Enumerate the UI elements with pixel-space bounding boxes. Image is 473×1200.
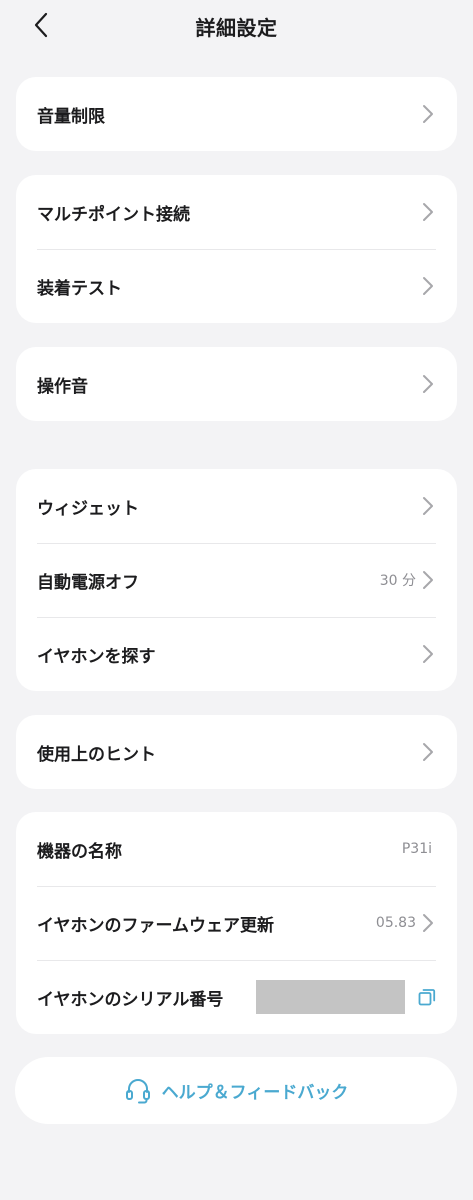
row-label: 音量制限: [37, 106, 105, 127]
operation-sound-row[interactable]: 操作音: [16, 347, 457, 421]
chevron-right-icon: [420, 913, 436, 933]
row-label: 機器の名称: [37, 841, 122, 862]
row-label: 使用上のヒント: [37, 744, 156, 765]
row-label: 自動電源オフ: [37, 572, 139, 593]
serial-number-row: イヤホンのシリアル番号: [16, 960, 457, 1034]
connection-section: マルチポイント接続 装着テスト: [16, 175, 457, 323]
headset-icon: [125, 1078, 150, 1103]
chevron-right-icon: [420, 496, 436, 516]
device-name-row: 機器の名称 P31i: [16, 812, 457, 886]
device-name-value: P31i: [401, 841, 432, 857]
row-label: 装着テスト: [37, 278, 122, 299]
chevron-right-icon: [420, 202, 436, 222]
help-feedback-button[interactable]: ヘルプ＆フィードバック: [15, 1057, 457, 1124]
chevron-right-icon: [420, 104, 436, 124]
chevron-right-icon: [420, 570, 436, 590]
volume-limit-row[interactable]: 音量制限: [16, 77, 457, 151]
header: 詳細設定: [0, 0, 473, 52]
serial-number-redacted: [256, 980, 405, 1014]
usage-tips-row[interactable]: 使用上のヒント: [16, 715, 457, 789]
chevron-right-icon: [420, 374, 436, 394]
row-label: イヤホンを探す: [37, 646, 156, 667]
device-features-section: ウィジェット 自動電源オフ 30 分 イヤホンを探す: [16, 469, 457, 691]
row-label: イヤホンのファームウェア更新: [37, 915, 274, 936]
copy-icon: [418, 989, 436, 1006]
device-info-section: 機器の名称 P31i イヤホンのファームウェア更新 05.83 イヤホンのシリア…: [16, 812, 457, 1034]
copy-serial-button[interactable]: [417, 987, 437, 1007]
find-earbuds-row[interactable]: イヤホンを探す: [16, 617, 457, 691]
page-title: 詳細設定: [195, 16, 278, 40]
multipoint-row[interactable]: マルチポイント接続: [16, 175, 457, 249]
chevron-right-icon: [420, 644, 436, 664]
sound-section: 操作音: [16, 347, 457, 421]
fit-test-row[interactable]: 装着テスト: [16, 249, 457, 323]
volume-section: 音量制限: [16, 77, 457, 151]
chevron-right-icon: [420, 276, 436, 296]
firmware-update-row[interactable]: イヤホンのファームウェア更新 05.83: [16, 886, 457, 960]
auto-power-off-row[interactable]: 自動電源オフ 30 分: [16, 543, 457, 617]
chevron-right-icon: [420, 742, 436, 762]
row-label: ウィジェット: [37, 498, 139, 519]
row-label: 操作音: [37, 376, 88, 397]
widget-row[interactable]: ウィジェット: [16, 469, 457, 543]
auto-power-off-value: 30 分: [379, 573, 416, 589]
firmware-version-value: 05.83: [375, 915, 416, 931]
help-feedback-label: ヘルプ＆フィードバック: [161, 1083, 349, 1103]
row-label: マルチポイント接続: [37, 204, 190, 225]
tips-section: 使用上のヒント: [16, 715, 457, 789]
